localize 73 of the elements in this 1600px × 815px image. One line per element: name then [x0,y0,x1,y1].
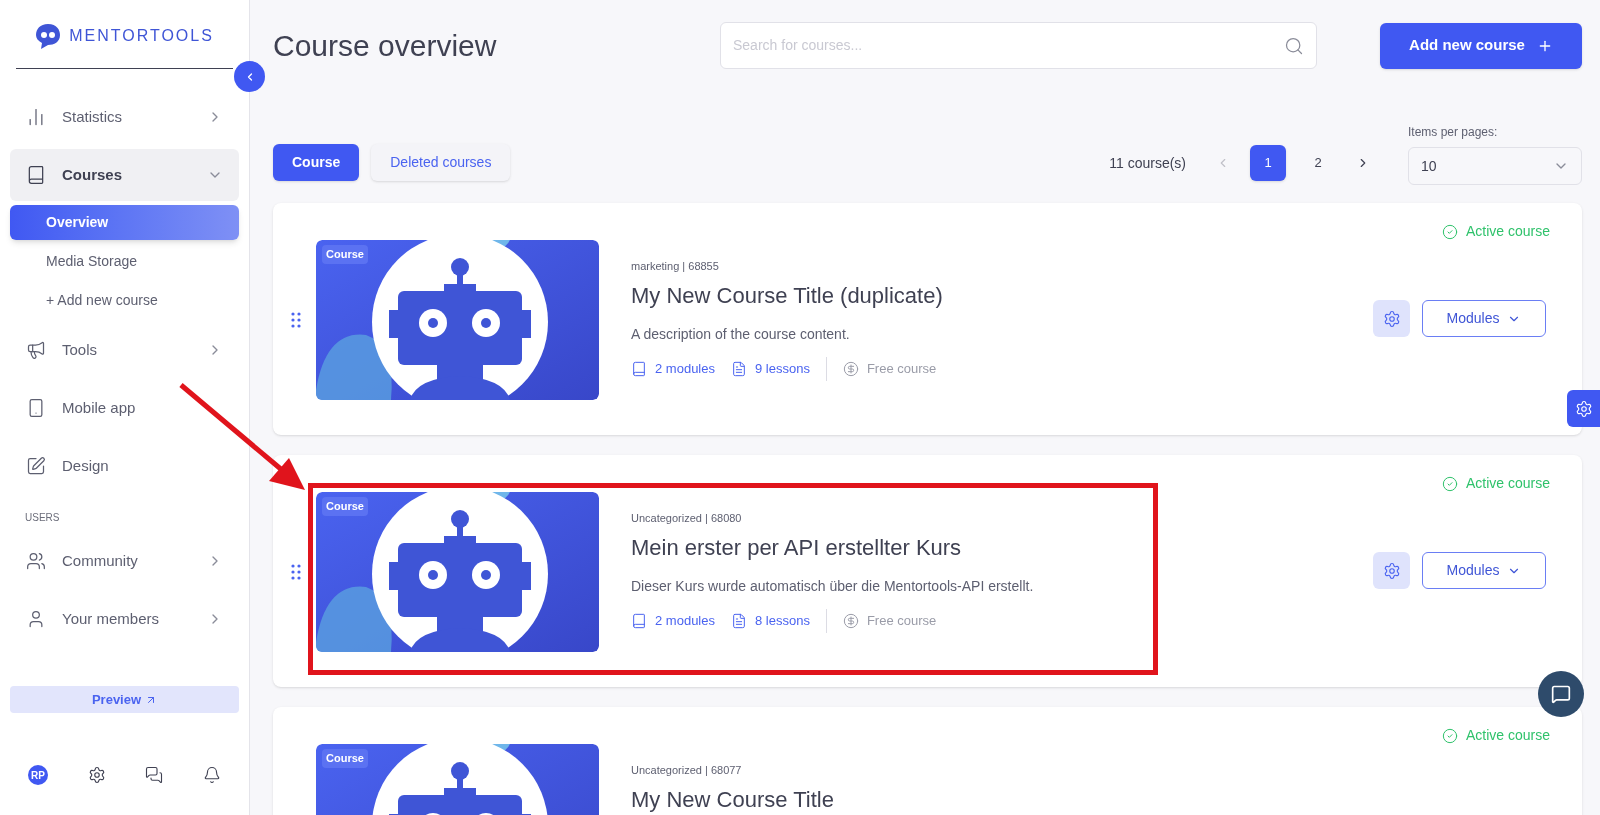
lesson-count[interactable]: 9 lessons [755,358,810,379]
items-per-page-select[interactable]: 10 [1408,147,1582,185]
sidebar-item[interactable]: Mobile app [10,382,239,434]
tab[interactable]: Deleted courses [371,144,511,181]
settings-icon[interactable] [87,766,106,784]
section-heading: USERS [24,511,61,525]
nav-icon [26,340,46,360]
add-course-button[interactable]: Add new course [1380,22,1582,69]
course-meta: Uncategorized | 68080 [631,511,743,526]
page-button[interactable]: 1 [1250,145,1286,181]
floating-settings-button[interactable] [1567,390,1600,427]
page-button[interactable]: 2 [1300,145,1336,181]
sidebar-item[interactable]: Your members [10,593,239,645]
submenu-item[interactable]: Media Storage [10,244,239,279]
check-circle-icon [1441,727,1458,744]
course-status: Active course [1465,726,1550,745]
course-meta: Uncategorized | 68077 [631,763,743,778]
modules-dropdown-button[interactable]: Modules [1422,300,1546,337]
sidebar-item[interactable]: Courses [10,149,239,201]
module-count[interactable]: 2 modules [655,358,715,379]
course-badge: Course [322,497,368,516]
settings-icon [1382,561,1401,580]
lesson-count[interactable]: 8 lessons [755,610,810,631]
robot-logo-icon [35,22,62,50]
sidebar-item[interactable]: Statistics [10,91,239,143]
course-title[interactable]: My New Course Title (duplicate) [631,278,943,312]
items-per-page-label: Items per pages: [1408,124,1499,141]
submenu-item[interactable]: + Add new course [10,283,239,318]
course-badge: Course [322,749,368,768]
notification-bell-icon[interactable] [203,766,222,784]
document-icon [731,360,747,377]
price-label: Free course [866,359,937,378]
dollar-icon [842,612,859,629]
nav-icon [26,165,46,185]
search-icon [1284,35,1304,56]
document-icon [731,612,747,629]
sidebar-item[interactable]: Tools [10,324,239,376]
price-label: Free course [866,611,937,630]
course-title[interactable]: Mein erster per API erstellter Kurs [631,530,1034,564]
sidebar-item[interactable]: Community [10,535,239,587]
nav-icon [26,456,46,476]
settings-button[interactable] [1373,300,1410,337]
course-meta: marketing | 68855 [631,259,720,274]
tab[interactable]: Course [273,144,360,181]
course-badge: Course [322,245,368,264]
course-description: Dieser Kurs wurde automatisch über die Mentortools-API erstellt. [631,576,1034,596]
modules-dropdown-button[interactable]: Modules [1422,552,1546,589]
check-circle-icon [1441,475,1458,492]
check-circle-icon [1441,223,1458,240]
dollar-icon [842,360,859,377]
course-count: 11 course(s) [1109,153,1186,173]
drag-handle-icon[interactable] [291,564,301,580]
course-description: A description of the course content. [631,324,851,344]
user-avatar[interactable]: RP [27,765,48,785]
book-icon [631,612,647,629]
book-icon [631,360,647,377]
page-title: Course overview [273,28,497,64]
chat-icon [1551,684,1571,704]
chat-icon[interactable] [145,766,164,784]
logo-text: MENTORTOOLS [69,26,214,46]
submenu-item[interactable]: Overview [10,205,239,240]
settings-icon [1574,399,1593,418]
preview-button[interactable]: Preview [10,686,239,713]
collapse-sidebar-button[interactable] [234,61,265,92]
settings-icon [1382,309,1401,328]
nav-icon [26,551,46,571]
settings-button[interactable] [1373,552,1410,589]
course-status: Active course [1465,474,1550,493]
course-status: Active course [1465,222,1550,241]
course-title[interactable]: My New Course Title [631,782,834,815]
module-count[interactable]: 2 modules [655,610,715,631]
drag-handle-icon[interactable] [291,312,301,328]
sidebar-item[interactable]: Design [10,440,239,492]
